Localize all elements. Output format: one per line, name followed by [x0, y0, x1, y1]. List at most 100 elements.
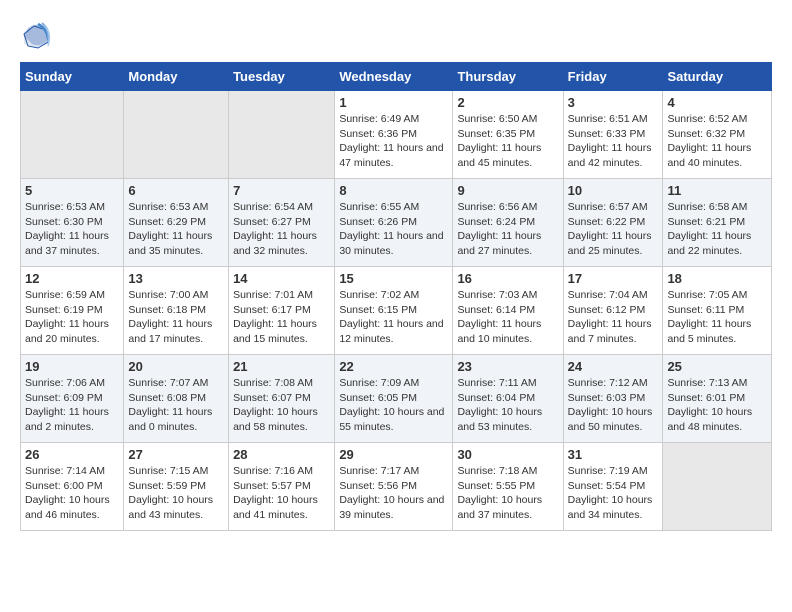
day-number: 21	[233, 359, 330, 374]
day-header-thursday: Thursday	[453, 63, 563, 91]
day-number: 12	[25, 271, 119, 286]
calendar-cell	[229, 91, 335, 179]
day-number: 13	[128, 271, 224, 286]
day-number: 8	[339, 183, 448, 198]
calendar-cell: 1 Sunrise: 6:49 AM Sunset: 6:36 PM Dayli…	[335, 91, 453, 179]
logo	[20, 20, 54, 52]
calendar-cell: 11 Sunrise: 6:58 AM Sunset: 6:21 PM Dayl…	[663, 179, 772, 267]
calendar-header-row: SundayMondayTuesdayWednesdayThursdayFrid…	[21, 63, 772, 91]
cell-content: Sunrise: 6:53 AM Sunset: 6:29 PM Dayligh…	[128, 200, 224, 259]
calendar-cell	[124, 91, 229, 179]
cell-content: Sunrise: 6:51 AM Sunset: 6:33 PM Dayligh…	[568, 112, 659, 171]
calendar-week-row: 26 Sunrise: 7:14 AM Sunset: 6:00 PM Dayl…	[21, 443, 772, 531]
calendar-cell: 19 Sunrise: 7:06 AM Sunset: 6:09 PM Dayl…	[21, 355, 124, 443]
cell-content: Sunrise: 7:01 AM Sunset: 6:17 PM Dayligh…	[233, 288, 330, 347]
calendar-cell: 23 Sunrise: 7:11 AM Sunset: 6:04 PM Dayl…	[453, 355, 563, 443]
day-number: 17	[568, 271, 659, 286]
cell-content: Sunrise: 7:17 AM Sunset: 5:56 PM Dayligh…	[339, 464, 448, 523]
cell-content: Sunrise: 7:08 AM Sunset: 6:07 PM Dayligh…	[233, 376, 330, 435]
logo-icon	[20, 20, 52, 52]
calendar-cell: 28 Sunrise: 7:16 AM Sunset: 5:57 PM Dayl…	[229, 443, 335, 531]
cell-content: Sunrise: 7:05 AM Sunset: 6:11 PM Dayligh…	[667, 288, 767, 347]
calendar-cell: 24 Sunrise: 7:12 AM Sunset: 6:03 PM Dayl…	[563, 355, 663, 443]
day-number: 28	[233, 447, 330, 462]
day-number: 7	[233, 183, 330, 198]
calendar-cell: 26 Sunrise: 7:14 AM Sunset: 6:00 PM Dayl…	[21, 443, 124, 531]
day-number: 10	[568, 183, 659, 198]
day-number: 24	[568, 359, 659, 374]
day-number: 4	[667, 95, 767, 110]
calendar-table: SundayMondayTuesdayWednesdayThursdayFrid…	[20, 62, 772, 531]
cell-content: Sunrise: 7:19 AM Sunset: 5:54 PM Dayligh…	[568, 464, 659, 523]
calendar-cell: 20 Sunrise: 7:07 AM Sunset: 6:08 PM Dayl…	[124, 355, 229, 443]
day-header-tuesday: Tuesday	[229, 63, 335, 91]
day-header-wednesday: Wednesday	[335, 63, 453, 91]
calendar-cell: 2 Sunrise: 6:50 AM Sunset: 6:35 PM Dayli…	[453, 91, 563, 179]
day-header-sunday: Sunday	[21, 63, 124, 91]
cell-content: Sunrise: 6:53 AM Sunset: 6:30 PM Dayligh…	[25, 200, 119, 259]
calendar-cell: 29 Sunrise: 7:17 AM Sunset: 5:56 PM Dayl…	[335, 443, 453, 531]
cell-content: Sunrise: 7:07 AM Sunset: 6:08 PM Dayligh…	[128, 376, 224, 435]
cell-content: Sunrise: 7:11 AM Sunset: 6:04 PM Dayligh…	[457, 376, 558, 435]
day-number: 27	[128, 447, 224, 462]
calendar-cell	[663, 443, 772, 531]
calendar-cell: 18 Sunrise: 7:05 AM Sunset: 6:11 PM Dayl…	[663, 267, 772, 355]
day-header-friday: Friday	[563, 63, 663, 91]
calendar-cell: 25 Sunrise: 7:13 AM Sunset: 6:01 PM Dayl…	[663, 355, 772, 443]
day-number: 9	[457, 183, 558, 198]
calendar-cell	[21, 91, 124, 179]
calendar-cell: 30 Sunrise: 7:18 AM Sunset: 5:55 PM Dayl…	[453, 443, 563, 531]
cell-content: Sunrise: 6:55 AM Sunset: 6:26 PM Dayligh…	[339, 200, 448, 259]
day-number: 14	[233, 271, 330, 286]
page-header	[20, 20, 772, 52]
day-number: 15	[339, 271, 448, 286]
calendar-cell: 22 Sunrise: 7:09 AM Sunset: 6:05 PM Dayl…	[335, 355, 453, 443]
cell-content: Sunrise: 6:56 AM Sunset: 6:24 PM Dayligh…	[457, 200, 558, 259]
day-number: 20	[128, 359, 224, 374]
cell-content: Sunrise: 7:00 AM Sunset: 6:18 PM Dayligh…	[128, 288, 224, 347]
calendar-cell: 7 Sunrise: 6:54 AM Sunset: 6:27 PM Dayli…	[229, 179, 335, 267]
cell-content: Sunrise: 7:18 AM Sunset: 5:55 PM Dayligh…	[457, 464, 558, 523]
day-header-monday: Monday	[124, 63, 229, 91]
cell-content: Sunrise: 7:06 AM Sunset: 6:09 PM Dayligh…	[25, 376, 119, 435]
cell-content: Sunrise: 6:52 AM Sunset: 6:32 PM Dayligh…	[667, 112, 767, 171]
cell-content: Sunrise: 7:03 AM Sunset: 6:14 PM Dayligh…	[457, 288, 558, 347]
cell-content: Sunrise: 6:54 AM Sunset: 6:27 PM Dayligh…	[233, 200, 330, 259]
cell-content: Sunrise: 6:57 AM Sunset: 6:22 PM Dayligh…	[568, 200, 659, 259]
day-number: 30	[457, 447, 558, 462]
cell-content: Sunrise: 6:59 AM Sunset: 6:19 PM Dayligh…	[25, 288, 119, 347]
calendar-cell: 16 Sunrise: 7:03 AM Sunset: 6:14 PM Dayl…	[453, 267, 563, 355]
cell-content: Sunrise: 7:15 AM Sunset: 5:59 PM Dayligh…	[128, 464, 224, 523]
calendar-cell: 12 Sunrise: 6:59 AM Sunset: 6:19 PM Dayl…	[21, 267, 124, 355]
calendar-cell: 3 Sunrise: 6:51 AM Sunset: 6:33 PM Dayli…	[563, 91, 663, 179]
cell-content: Sunrise: 7:09 AM Sunset: 6:05 PM Dayligh…	[339, 376, 448, 435]
calendar-cell: 4 Sunrise: 6:52 AM Sunset: 6:32 PM Dayli…	[663, 91, 772, 179]
day-number: 11	[667, 183, 767, 198]
day-number: 5	[25, 183, 119, 198]
cell-content: Sunrise: 7:04 AM Sunset: 6:12 PM Dayligh…	[568, 288, 659, 347]
day-number: 25	[667, 359, 767, 374]
calendar-week-row: 1 Sunrise: 6:49 AM Sunset: 6:36 PM Dayli…	[21, 91, 772, 179]
calendar-cell: 5 Sunrise: 6:53 AM Sunset: 6:30 PM Dayli…	[21, 179, 124, 267]
day-number: 16	[457, 271, 558, 286]
day-number: 2	[457, 95, 558, 110]
calendar-week-row: 19 Sunrise: 7:06 AM Sunset: 6:09 PM Dayl…	[21, 355, 772, 443]
calendar-week-row: 5 Sunrise: 6:53 AM Sunset: 6:30 PM Dayli…	[21, 179, 772, 267]
cell-content: Sunrise: 7:16 AM Sunset: 5:57 PM Dayligh…	[233, 464, 330, 523]
calendar-cell: 9 Sunrise: 6:56 AM Sunset: 6:24 PM Dayli…	[453, 179, 563, 267]
calendar-cell: 31 Sunrise: 7:19 AM Sunset: 5:54 PM Dayl…	[563, 443, 663, 531]
day-number: 1	[339, 95, 448, 110]
day-number: 22	[339, 359, 448, 374]
day-number: 26	[25, 447, 119, 462]
calendar-cell: 8 Sunrise: 6:55 AM Sunset: 6:26 PM Dayli…	[335, 179, 453, 267]
calendar-week-row: 12 Sunrise: 6:59 AM Sunset: 6:19 PM Dayl…	[21, 267, 772, 355]
cell-content: Sunrise: 7:14 AM Sunset: 6:00 PM Dayligh…	[25, 464, 119, 523]
day-number: 3	[568, 95, 659, 110]
calendar-cell: 6 Sunrise: 6:53 AM Sunset: 6:29 PM Dayli…	[124, 179, 229, 267]
cell-content: Sunrise: 7:13 AM Sunset: 6:01 PM Dayligh…	[667, 376, 767, 435]
calendar-cell: 14 Sunrise: 7:01 AM Sunset: 6:17 PM Dayl…	[229, 267, 335, 355]
calendar-cell: 15 Sunrise: 7:02 AM Sunset: 6:15 PM Dayl…	[335, 267, 453, 355]
day-number: 31	[568, 447, 659, 462]
day-number: 6	[128, 183, 224, 198]
cell-content: Sunrise: 6:58 AM Sunset: 6:21 PM Dayligh…	[667, 200, 767, 259]
